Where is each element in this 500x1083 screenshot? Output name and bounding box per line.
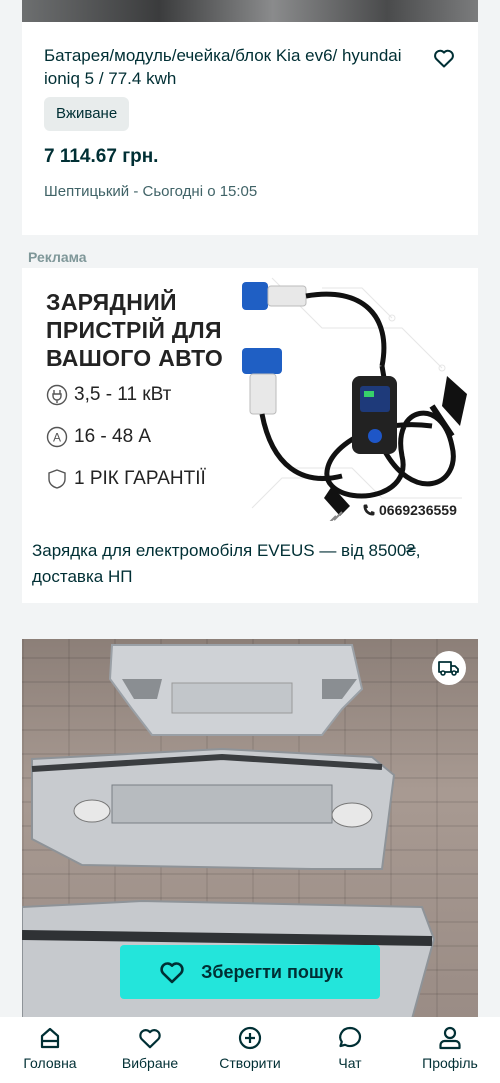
ad-spec-current: A 16 - 48 А [46,426,151,448]
ad-spec-current-text: 16 - 48 А [74,426,152,447]
condition-badge: Вживане [44,97,130,131]
listing-card-bottom[interactable]: Зберегти пошук [22,639,478,1019]
svg-text:A: A [53,431,61,445]
ad-heading-line-2: ПРИСТРІЙ ДЛЯ [46,317,222,343]
listing-card-top[interactable]: Батарея/модуль/ечейка/блок Kia ev6/ hyun… [22,0,478,235]
ad-description[interactable]: Зарядка для електромобіля EVEUS — від 85… [32,538,452,590]
nav-chat-label: Чат [338,1055,362,1071]
listing-price: 7 114.67 грн. [44,146,159,167]
ad-phone[interactable]: 0669236559 [362,502,457,518]
plus-circle-icon [238,1026,262,1050]
favorite-heart-icon[interactable] [432,46,456,70]
listing-photo[interactable] [22,0,478,22]
shield-icon [48,469,66,489]
ad-heading-line-1: ЗАРЯДНИЙ [46,289,177,315]
nav-create[interactable]: Створити [205,1025,295,1071]
chat-bubble-icon [339,1026,362,1048]
ad-phone-number: 0669236559 [379,502,457,518]
nav-favorites-label: Вибране [121,1055,179,1071]
nav-profile[interactable]: Профіль [405,1025,495,1071]
nav-profile-label: Профіль [422,1055,478,1071]
ad-spec-power-text: 3,5 - 11 кВт [74,384,172,405]
amperage-icon: A [46,426,68,448]
nav-favorites[interactable]: Вибране [105,1025,195,1071]
nav-home-label: Головна [23,1055,77,1071]
bottom-navigation: Головна Вибране Створити Чат Профіль [0,1017,500,1083]
ad-heading-line-3: ВАШОГО АВТО [46,345,224,371]
plug-icon [46,384,68,406]
listing-location-date: Шептицький - Сьогодні о 15:05 [44,183,258,200]
ad-card[interactable]: ЗАРЯДНИЙ ПРИСТРІЙ ДЛЯ ВАШОГО АВТО 3,5 - … [22,268,478,603]
phone-icon [363,504,375,516]
save-search-label: Зберегти пошук [201,961,343,982]
heart-icon [139,1029,161,1049]
ad-label: Реклама [28,249,87,265]
ad-spec-warranty: 1 РІК ГАРАНТІЇ [46,468,206,490]
nav-chat[interactable]: Чат [305,1025,395,1071]
ad-spec-warranty-text: 1 РІК ГАРАНТІЇ [74,468,206,489]
ad-heading: ЗАРЯДНИЙ ПРИСТРІЙ ДЛЯ ВАШОГО АВТО [46,288,223,372]
nav-home[interactable]: Головна [5,1025,95,1071]
ev-charger-image [242,282,467,521]
ad-spec-power: 3,5 - 11 кВт [46,384,171,406]
listing-title[interactable]: Батарея/модуль/ечейка/блок Kia ev6/ hyun… [44,44,414,90]
home-icon [40,1027,60,1049]
delivery-truck-icon [432,651,466,685]
ad-banner[interactable]: ЗАРЯДНИЙ ПРИСТРІЙ ДЛЯ ВАШОГО АВТО 3,5 - … [22,268,478,526]
nav-create-label: Створити [219,1055,281,1071]
save-search-button[interactable]: Зберегти пошук [120,945,380,999]
user-icon [439,1026,461,1050]
heart-icon [160,962,184,984]
